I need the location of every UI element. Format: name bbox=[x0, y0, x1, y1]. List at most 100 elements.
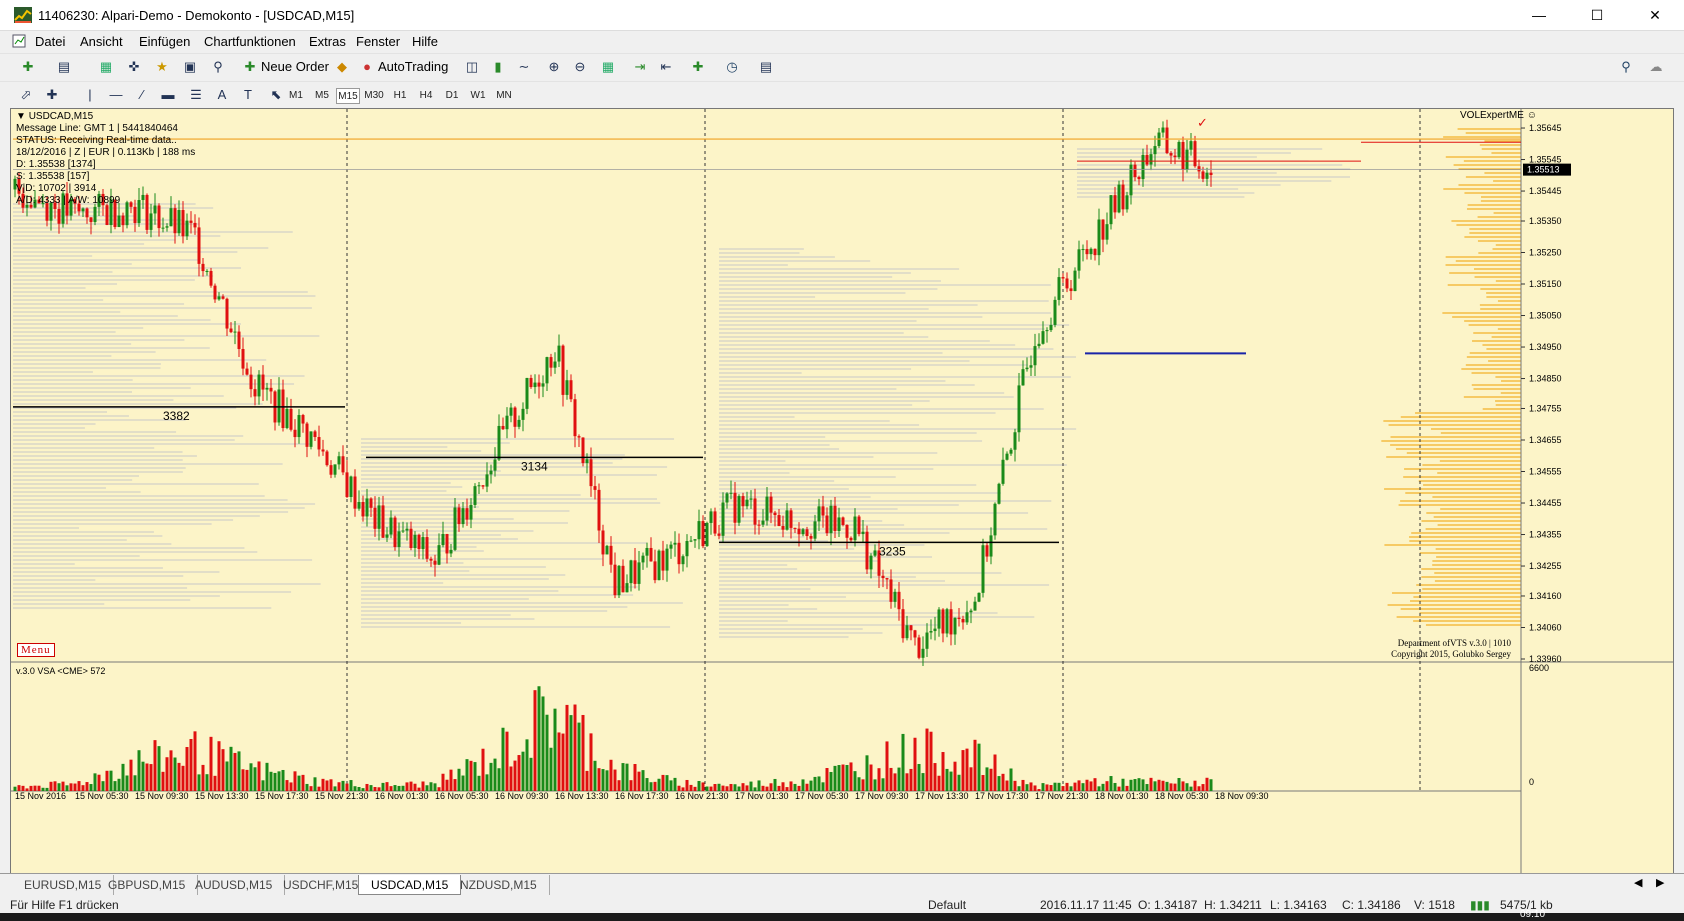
volume-bar bbox=[645, 778, 649, 791]
tf-d1[interactable]: D1 bbox=[440, 88, 464, 104]
arrows-icon[interactable]: ⬉ bbox=[266, 85, 286, 105]
menu-einfuegen[interactable]: Einfügen bbox=[139, 34, 190, 49]
horizontal-line-icon[interactable]: — bbox=[106, 85, 126, 105]
candlestick-chart-icon[interactable]: ▮ bbox=[488, 57, 508, 77]
candle-body bbox=[665, 548, 669, 571]
volume-bar bbox=[917, 763, 921, 791]
volume-bar bbox=[845, 765, 849, 791]
tf-m5[interactable]: M5 bbox=[310, 88, 334, 104]
candle-body bbox=[233, 331, 237, 333]
menu-chartfunktionen[interactable]: Chartfunktionen bbox=[204, 34, 296, 49]
volume-bar bbox=[1145, 784, 1149, 791]
line-chart-icon[interactable]: ∼ bbox=[514, 57, 534, 77]
candle-body bbox=[677, 542, 681, 565]
candle-body bbox=[365, 498, 369, 517]
channel-icon[interactable]: ▬ bbox=[158, 85, 178, 105]
menu-datei[interactable]: Datei bbox=[35, 34, 65, 49]
menu-ansicht[interactable]: Ansicht bbox=[80, 34, 123, 49]
tf-m1[interactable]: M1 bbox=[284, 88, 308, 104]
window-title: 11406230: Alpari-Demo - Demokonto - [USD… bbox=[38, 8, 355, 23]
volume-bar bbox=[369, 785, 373, 791]
volume-bar bbox=[177, 762, 181, 791]
chart-shift-icon[interactable]: ⇤ bbox=[656, 57, 676, 77]
tab-usdcad[interactable]: USDCAD,M15 bbox=[358, 875, 462, 895]
new-order-icon[interactable]: ✚ bbox=[240, 57, 260, 77]
fibonacci-icon[interactable]: ☰ bbox=[186, 85, 206, 105]
cursor-icon[interactable]: ⬀ bbox=[16, 85, 36, 105]
tab-scroll-right-icon[interactable]: ▶ bbox=[1656, 876, 1664, 889]
volume-bar bbox=[833, 765, 837, 791]
volume-indicator-label: v.3.0 VSA <CME> 572 bbox=[16, 666, 106, 676]
status-low: L: 1.34163 bbox=[1270, 898, 1327, 912]
autotrading-button[interactable]: AutoTrading bbox=[378, 56, 448, 78]
status-help: Für Hilfe F1 drücken bbox=[10, 898, 119, 912]
volume-bar bbox=[609, 759, 613, 791]
tf-h1[interactable]: H1 bbox=[388, 88, 412, 104]
market-watch-icon[interactable]: ▦ bbox=[96, 57, 116, 77]
search-icon[interactable]: ⚲ bbox=[1616, 57, 1636, 77]
trendline-icon[interactable]: ∕ bbox=[132, 85, 152, 105]
templates-icon[interactable]: ▤ bbox=[756, 57, 776, 77]
tf-m15[interactable]: M15 bbox=[336, 88, 360, 104]
price-tick-label: 1.34455 bbox=[1529, 498, 1562, 508]
volume-bar bbox=[549, 747, 553, 791]
crosshair-icon[interactable]: ✚ bbox=[42, 85, 62, 105]
candle-body bbox=[121, 215, 125, 226]
auto-scroll-icon[interactable]: ⇥ bbox=[630, 57, 650, 77]
candle-body bbox=[709, 511, 713, 523]
data-window-icon[interactable]: ★ bbox=[152, 57, 172, 77]
tf-h4[interactable]: H4 bbox=[414, 88, 438, 104]
chat-icon[interactable]: ☁ bbox=[1646, 57, 1666, 77]
price-tick-label: 1.35445 bbox=[1529, 186, 1562, 196]
volume-bar bbox=[281, 769, 285, 791]
tab-nzdusd[interactable]: NZDUSD,M15 bbox=[448, 875, 550, 895]
chart-window-icon[interactable] bbox=[12, 34, 26, 48]
price-chart[interactable]: 3382 3134 3235 ✓ 1.35645 1.35545 1.35445 1.353… bbox=[11, 109, 1673, 887]
strategy-tester-icon[interactable]: ⚲ bbox=[208, 57, 228, 77]
minimize-button[interactable]: — bbox=[1514, 0, 1564, 31]
text-label-icon[interactable]: T bbox=[238, 85, 258, 105]
vertical-line-icon[interactable]: | bbox=[80, 85, 100, 105]
volume-bar bbox=[145, 763, 149, 791]
autotrading-icon[interactable]: ● bbox=[357, 57, 377, 77]
volume-bar bbox=[405, 782, 409, 791]
tab-scroll-left-icon[interactable]: ◀ bbox=[1634, 876, 1642, 889]
chart-window[interactable]: 3382 3134 3235 ✓ 1.35645 1.35545 1.35445 1.353… bbox=[10, 108, 1674, 888]
menu-hilfe[interactable]: Hilfe bbox=[412, 34, 438, 49]
candle-body bbox=[845, 524, 849, 538]
volume-bar bbox=[701, 782, 705, 791]
bar-chart-icon[interactable]: ◫ bbox=[462, 57, 482, 77]
profiles-icon[interactable]: ▤ bbox=[54, 57, 74, 77]
volume-bar bbox=[621, 763, 625, 791]
tf-mn[interactable]: MN bbox=[492, 88, 516, 104]
menu-extras[interactable]: Extras bbox=[309, 34, 346, 49]
candle-body bbox=[333, 464, 337, 475]
candle-body bbox=[217, 296, 221, 300]
close-button[interactable]: ✕ bbox=[1630, 0, 1680, 31]
navigator-icon[interactable]: ✜ bbox=[124, 57, 144, 77]
text-icon[interactable]: A bbox=[212, 85, 232, 105]
maximize-button[interactable]: ☐ bbox=[1572, 0, 1622, 31]
metaeditor-icon[interactable]: ◆ bbox=[332, 57, 352, 77]
tf-m30[interactable]: M30 bbox=[362, 88, 386, 104]
volume-bar bbox=[1085, 779, 1089, 791]
tab-usdchf[interactable]: USDCHF,M15 bbox=[271, 875, 372, 895]
tf-w1[interactable]: W1 bbox=[466, 88, 490, 104]
volume-bar bbox=[537, 686, 541, 791]
menu-button[interactable]: Menu bbox=[17, 643, 55, 657]
new-chart-icon[interactable]: ✚ bbox=[18, 57, 38, 77]
candle-body bbox=[241, 348, 245, 369]
zoom-out-icon[interactable]: ⊖ bbox=[570, 57, 590, 77]
zoom-in-icon[interactable]: ⊕ bbox=[544, 57, 564, 77]
tile-windows-icon[interactable]: ▦ bbox=[598, 57, 618, 77]
indicators-icon[interactable]: ✚ bbox=[688, 57, 708, 77]
candle-body bbox=[89, 217, 93, 223]
menu-fenster[interactable]: Fenster bbox=[356, 34, 400, 49]
candle-body bbox=[1109, 195, 1113, 225]
periods-icon[interactable]: ◷ bbox=[722, 57, 742, 77]
terminal-icon[interactable]: ▣ bbox=[180, 57, 200, 77]
tab-audusd[interactable]: AUDUSD,M15 bbox=[183, 875, 286, 895]
volume-bar bbox=[689, 784, 693, 791]
new-order-button[interactable]: Neue Order bbox=[261, 56, 329, 78]
volume-bar bbox=[265, 762, 269, 791]
